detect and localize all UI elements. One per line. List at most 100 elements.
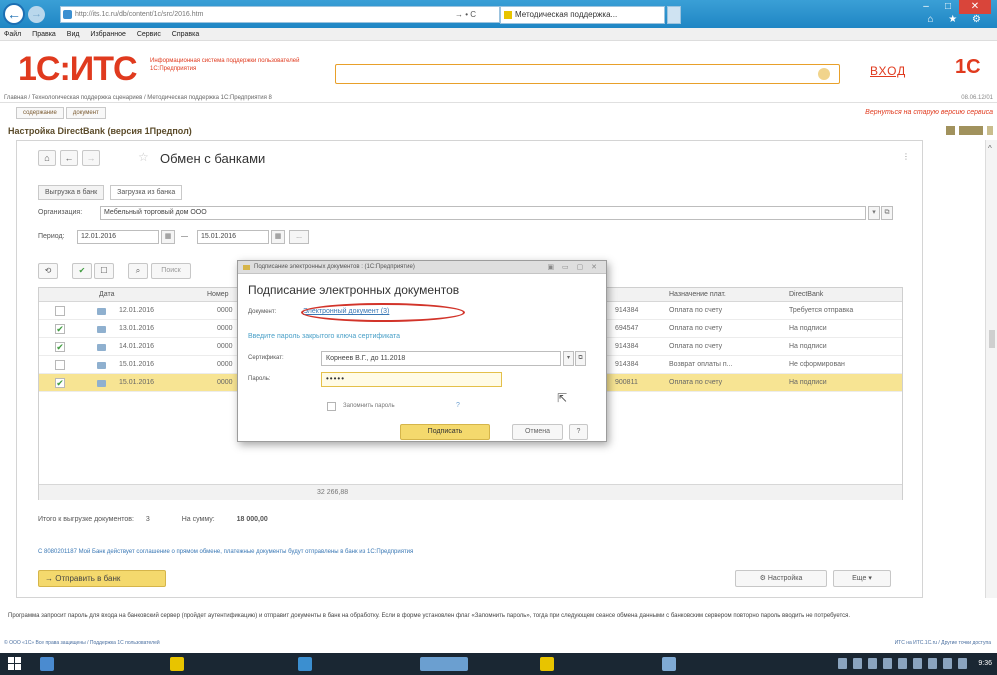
window-taskbar-icon[interactable] [662, 657, 676, 671]
calendar-icon[interactable]: ▦ [161, 230, 175, 244]
explorer-taskbar-icon[interactable] [170, 657, 184, 671]
settings-button[interactable]: ⚙ Настройка [735, 570, 827, 587]
menu-favorites[interactable]: Избранное [90, 31, 125, 38]
direct-exchange-note[interactable]: С 8080201187 Мой Банк действует соглашен… [38, 549, 413, 555]
favorite-star-icon[interactable]: ☆ [138, 150, 149, 164]
send-to-bank-button[interactable]: → Отправить в банк [38, 570, 166, 587]
scroll-thumb[interactable] [989, 330, 995, 348]
forward-icon[interactable]: → [82, 150, 100, 166]
system-tray [838, 658, 967, 669]
menu-help[interactable]: Справка [172, 31, 199, 38]
search-icon[interactable]: ⌕ [128, 263, 148, 279]
tray-icon[interactable] [853, 658, 862, 669]
col-date[interactable]: Дата [99, 288, 115, 302]
sign-button[interactable]: Подписать [400, 424, 490, 440]
its-logo[interactable]: 1С:ИТС [18, 50, 138, 89]
cancel-button[interactable]: Отмена [512, 424, 563, 440]
search-icon[interactable] [818, 68, 830, 80]
row-checkbox[interactable] [55, 360, 65, 370]
org-dropdown-icon[interactable]: ▾ [868, 206, 880, 220]
tray-icon[interactable] [838, 658, 847, 669]
uncheck-all-icon[interactable]: ☐ [94, 263, 114, 279]
bookmark-icon[interactable] [959, 126, 983, 135]
windows-start-icon[interactable] [8, 657, 22, 671]
site-search-input[interactable] [335, 64, 840, 84]
row-checkbox[interactable]: ✔ [55, 324, 65, 334]
remember-password-label[interactable]: Запомнить пароль [343, 400, 395, 412]
browser-tab[interactable]: Методическая поддержка... [500, 6, 665, 24]
tab-download-from-bank[interactable]: Загрузка из банка [110, 185, 183, 200]
menu-file[interactable]: Файл [4, 31, 21, 38]
tray-icon[interactable] [928, 658, 937, 669]
tab-contents[interactable]: содержание [16, 107, 64, 119]
tray-icon[interactable] [913, 658, 922, 669]
back-icon[interactable]: ← [60, 150, 78, 166]
tray-icon[interactable] [898, 658, 907, 669]
row-date: 13.01.2016 [119, 325, 155, 332]
app-taskbar-icon[interactable] [420, 657, 468, 671]
search-button[interactable]: Поиск [151, 263, 191, 279]
back-arrow-icon[interactable]: ← [3, 3, 25, 25]
close-icon[interactable]: ✕ [959, 0, 991, 14]
row-checkbox[interactable]: ✔ [55, 378, 65, 388]
menu-edit[interactable]: Правка [32, 31, 56, 38]
1c-favicon-icon [504, 11, 512, 19]
open-icon[interactable]: ⧉ [575, 351, 586, 366]
dialog-window-controls[interactable]: ▣ ▭ ▢ ✕ [547, 261, 600, 274]
tray-icon[interactable] [883, 658, 892, 669]
print-icon[interactable] [946, 126, 955, 135]
home-icon[interactable]: ⌂ [38, 150, 56, 166]
col-number[interactable]: Номер [207, 288, 229, 302]
more-button[interactable]: Еще ▾ [833, 570, 891, 587]
scroll-up-icon[interactable]: ^ [988, 144, 992, 153]
refresh-icon[interactable]: ⟲ [38, 263, 58, 279]
chevron-down-icon[interactable]: ▾ [563, 351, 574, 366]
period-choose-icon[interactable]: ... [289, 230, 309, 244]
date-from-field[interactable]: 12.01.2016 [77, 230, 159, 244]
date-to-field[interactable]: 15.01.2016 [197, 230, 269, 244]
tray-icon[interactable] [868, 658, 877, 669]
forward-arrow-icon[interactable]: → [28, 6, 45, 23]
breadcrumb[interactable]: Главная / Технологическая поддержка сцен… [0, 93, 997, 103]
maximize-icon[interactable]: □ [937, 0, 959, 14]
help-button[interactable]: ? [569, 424, 588, 440]
row-checkbox[interactable]: ✔ [55, 342, 65, 352]
address-tools[interactable]: → • C [455, 6, 476, 23]
menu-view[interactable]: Вид [67, 31, 80, 38]
table-footer: 32 266,88 [39, 484, 902, 500]
next-icon[interactable] [987, 126, 993, 135]
remember-password-checkbox[interactable] [327, 402, 336, 411]
certificate-field[interactable]: Корнеев В.Г., до 11.2018 [321, 351, 561, 366]
new-tab-button[interactable] [667, 6, 681, 24]
ie-taskbar-icon[interactable] [40, 657, 54, 671]
org-open-icon[interactable]: ⧉ [881, 206, 893, 220]
1c-taskbar-icon[interactable] [540, 657, 554, 671]
password-field[interactable]: ••••• [321, 372, 502, 387]
form-more-icon[interactable]: ⋮ [902, 152, 910, 161]
check-all-icon[interactable]: ✔ [72, 263, 92, 279]
period-dash: — [181, 233, 188, 240]
row-checkbox[interactable] [55, 306, 65, 316]
col-purpose[interactable]: Назначение плат. [669, 288, 726, 302]
back-to-old-version-link[interactable]: Вернуться на старую версию сервиса [865, 109, 993, 116]
tray-icon[interactable] [943, 658, 952, 669]
help-question-icon[interactable]: ? [456, 400, 460, 412]
tab-upload-to-bank[interactable]: Выгрузка в банк [38, 185, 105, 200]
browser-home-star-gear-icons[interactable]: ⌂ ★ ⚙ [927, 14, 987, 25]
col-directbank[interactable]: DirectBank [789, 288, 823, 302]
doc-tabs: содержание документ [16, 107, 108, 119]
summary: Итого к выгрузке документов: 3 На сумму:… [38, 516, 278, 523]
menu-tools[interactable]: Сервис [137, 31, 161, 38]
minimize-icon[interactable]: – [915, 0, 937, 14]
browser-taskbar-icon[interactable] [298, 657, 312, 671]
tab-document[interactable]: документ [65, 107, 106, 119]
calendar-icon[interactable]: ▦ [271, 230, 285, 244]
login-link[interactable]: ВХОД [870, 64, 906, 78]
organization-field[interactable]: Мебельный торговый дом ООО [100, 206, 866, 220]
dialog-heading: Подписание электронных документов [248, 283, 460, 297]
1c-logo[interactable]: 1С [955, 56, 981, 79]
settings-label: Настройка [767, 575, 803, 582]
page-scrollbar[interactable]: ^ [985, 140, 997, 598]
tray-icon[interactable] [958, 658, 967, 669]
address-bar[interactable]: http://its.1c.ru/db/content/1c/src/2016.… [60, 6, 500, 23]
